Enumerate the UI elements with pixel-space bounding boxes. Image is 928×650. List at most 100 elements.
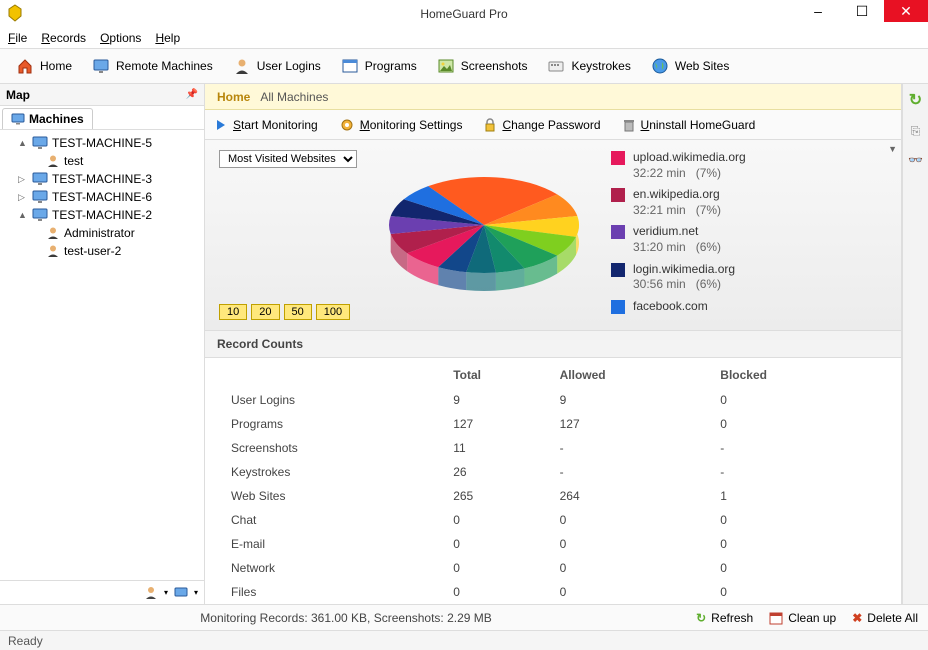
- minimize-button[interactable]: –: [796, 0, 840, 22]
- legend-color: [611, 151, 625, 165]
- tree-machine[interactable]: ▷TEST-MACHINE-6: [2, 188, 202, 206]
- toolbar-programs[interactable]: Programs: [335, 54, 423, 78]
- action-monitoring-settings[interactable]: Monitoring Settings: [340, 118, 463, 132]
- page-size-10[interactable]: 10: [219, 304, 247, 320]
- close-button[interactable]: ✕: [884, 0, 928, 22]
- expand-icon[interactable]: ▷: [18, 174, 28, 185]
- toolbar-keystrokes[interactable]: Keystrokes: [541, 54, 636, 78]
- home-icon: [16, 57, 34, 75]
- monitor-icon: [32, 136, 48, 150]
- table-row[interactable]: Programs1271270: [227, 412, 879, 436]
- table-row[interactable]: Web Sites2652641: [227, 484, 879, 508]
- sidebar: Map 📌 Machines ▲TEST-MACHINE-5test▷TEST-…: [0, 84, 205, 604]
- col-header: Allowed: [556, 362, 717, 388]
- tree-user[interactable]: Administrator: [2, 224, 202, 242]
- app-icon: [6, 4, 24, 22]
- page-size-buttons: 1020 50100: [219, 304, 357, 320]
- keyboard-icon: [547, 57, 565, 75]
- tree-machine[interactable]: ▲TEST-MACHINE-5: [2, 134, 202, 152]
- refresh-icon: ↻: [696, 611, 706, 625]
- menu-options[interactable]: Options: [100, 31, 141, 45]
- refresh-icon[interactable]: ↻: [909, 90, 922, 110]
- tree-machine[interactable]: ▷TEST-MACHINE-3: [2, 170, 202, 188]
- window-icon: [341, 57, 359, 75]
- table-row[interactable]: E-mail000: [227, 532, 879, 556]
- table-row[interactable]: Files000: [227, 580, 879, 604]
- tree-machine[interactable]: ▲TEST-MACHINE-2: [2, 206, 202, 224]
- table-row[interactable]: Network000: [227, 556, 879, 580]
- globe-icon: [651, 57, 669, 75]
- right-rail: ↻ ⎘ 👓: [902, 84, 928, 604]
- menu-file[interactable]: File: [8, 31, 27, 45]
- sidebar-title: Map: [6, 88, 30, 102]
- status-clean-up[interactable]: Clean up: [769, 611, 836, 625]
- tab-machines[interactable]: Machines: [2, 108, 93, 129]
- toolbar-remote-machines[interactable]: Remote Machines: [86, 54, 219, 78]
- legend-item: en.wikipedia.org32:21 min (7%): [611, 187, 887, 218]
- maximize-button[interactable]: ☐: [840, 0, 884, 22]
- legend-color: [611, 263, 625, 277]
- table-row[interactable]: Keystrokes26--: [227, 460, 879, 484]
- user-icon: [46, 154, 60, 168]
- page-size-20[interactable]: 20: [251, 304, 279, 320]
- expand-icon[interactable]: ▷: [18, 192, 28, 203]
- status-text: Monitoring Records: 361.00 KB, Screensho…: [10, 611, 682, 625]
- menu-help[interactable]: Help: [155, 31, 180, 45]
- action-change-password[interactable]: Change Password: [484, 118, 600, 132]
- chevron-down-icon[interactable]: ▼: [888, 144, 897, 154]
- chart-dropdown[interactable]: Most Visited Websites: [219, 150, 357, 168]
- user-icon: [46, 226, 60, 240]
- table-row[interactable]: Screenshots11--: [227, 436, 879, 460]
- toolbar-screenshots[interactable]: Screenshots: [431, 54, 534, 78]
- legend-item: upload.wikimedia.org32:22 min (7%): [611, 150, 887, 181]
- image-icon: [437, 57, 455, 75]
- action-uninstall-homeguard[interactable]: Uninstall HomeGuard: [623, 118, 756, 132]
- calendar-icon: [769, 611, 783, 625]
- trash-icon: [623, 118, 635, 132]
- legend-color: [611, 300, 625, 314]
- table-row[interactable]: User Logins990: [227, 388, 879, 412]
- tree-user[interactable]: test: [2, 152, 202, 170]
- col-header: [227, 362, 449, 388]
- delete-icon: ✖: [852, 611, 862, 625]
- toolbar-home[interactable]: Home: [10, 54, 78, 78]
- page-size-50[interactable]: 50: [284, 304, 312, 320]
- monitor-icon[interactable]: [174, 587, 188, 599]
- col-header: Total: [449, 362, 555, 388]
- breadcrumb: Home All Machines: [205, 84, 901, 110]
- legend-color: [611, 225, 625, 239]
- monitor-icon: [11, 113, 25, 125]
- bracket-icon[interactable]: ⎘: [911, 124, 921, 139]
- title-bar: HomeGuard Pro – ☐ ✕: [0, 0, 928, 28]
- binoculars-icon[interactable]: 👓: [908, 153, 923, 167]
- status-delete-all[interactable]: ✖Delete All: [852, 611, 918, 625]
- tab-label: Machines: [29, 112, 84, 126]
- toolbar-user-logins[interactable]: User Logins: [227, 54, 327, 78]
- gear-icon: [340, 118, 354, 132]
- status-refresh[interactable]: ↻Refresh: [696, 611, 753, 625]
- page-size-100[interactable]: 100: [316, 304, 350, 320]
- monitor-icon: [92, 57, 110, 75]
- lock-icon: [484, 118, 496, 132]
- menu-records[interactable]: Records: [41, 31, 86, 45]
- expand-icon[interactable]: ▲: [18, 210, 28, 220]
- records-table: TotalAllowedBlockedUser Logins990Program…: [205, 358, 901, 604]
- status-bar: Monitoring Records: 361.00 KB, Screensho…: [0, 604, 928, 630]
- user-icon[interactable]: [144, 586, 158, 600]
- legend-item: facebook.com: [611, 299, 887, 315]
- ready-label: Ready: [8, 634, 43, 648]
- action-start-monitoring[interactable]: Start Monitoring: [215, 118, 318, 132]
- monitor-icon: [32, 190, 48, 204]
- legend-item: login.wikimedia.org30:56 min (6%): [611, 262, 887, 293]
- table-row[interactable]: Chat000: [227, 508, 879, 532]
- toolbar-web-sites[interactable]: Web Sites: [645, 54, 735, 78]
- monitor-icon: [32, 208, 48, 222]
- legend-item: veridium.net31:20 min (6%): [611, 224, 887, 255]
- menu-bar: File Records Options Help: [0, 28, 928, 48]
- user-icon: [46, 244, 60, 258]
- tree-user[interactable]: test-user-2: [2, 242, 202, 260]
- breadcrumb-home[interactable]: Home: [217, 90, 250, 104]
- pin-icon[interactable]: 📌: [186, 89, 198, 100]
- expand-icon[interactable]: ▲: [18, 138, 28, 148]
- sidebar-header: Map 📌: [0, 84, 204, 106]
